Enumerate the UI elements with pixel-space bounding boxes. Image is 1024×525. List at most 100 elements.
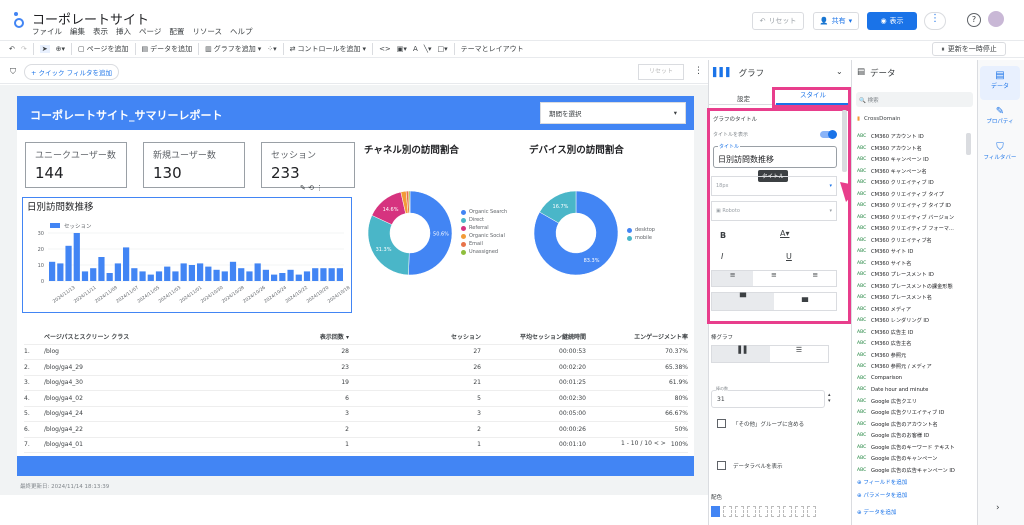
quick-filter-chip[interactable]: + クイック フィルタを追加 [24, 63, 119, 80]
underline-icon[interactable]: U [786, 252, 792, 261]
bar[interactable] [328, 268, 335, 281]
menu-insert[interactable]: 挿入 [116, 26, 131, 37]
panel-scrollbar[interactable] [842, 110, 847, 172]
chevron-right-icon[interactable]: › [996, 503, 1000, 513]
color-swatch[interactable] [747, 506, 756, 517]
color-swatch[interactable] [771, 506, 780, 517]
color-swatch[interactable] [807, 506, 816, 517]
field-item[interactable]: ABC CM360 キャンペーン名 [857, 166, 965, 178]
field-item[interactable]: ABC Google 広告クリエイティブ ID [857, 407, 965, 419]
bar[interactable] [106, 273, 113, 281]
field-item[interactable]: ABC CM360 クリエイティブ フォーマ... [857, 223, 965, 235]
channel-donut-chart[interactable]: 50.6% 31.3% 14.6% [365, 188, 455, 278]
bar[interactable] [73, 233, 80, 281]
data-labels-checkbox[interactable] [717, 461, 726, 470]
bold-icon[interactable]: B [720, 231, 726, 240]
page-table[interactable]: ページパスとスクリーン クラス 表示回数 ▾ セッション 平均セッション継続時間 エンゲ… [24, 329, 688, 453]
menu-resource[interactable]: リソース [192, 26, 222, 37]
field-item[interactable]: ABC CM360 クリエイティブ タイプ ID [857, 200, 965, 212]
bar[interactable] [123, 247, 130, 281]
position-top-icon[interactable]: ▀ [712, 293, 774, 310]
add-data-source-button[interactable]: ⊕ データを追加 [857, 508, 896, 516]
line-icon[interactable]: ╲▾ [424, 45, 432, 53]
color-swatch[interactable] [759, 506, 768, 517]
bar[interactable] [65, 245, 72, 281]
rail-data-button[interactable]: ▤ データ [980, 66, 1020, 100]
color-swatch[interactable] [795, 506, 804, 517]
rail-filter-button[interactable]: ⛉ フィルタバー [980, 142, 1020, 172]
add-parameter-button[interactable]: ⊕ パラメータを追加 [857, 491, 907, 499]
filter-icon[interactable]: ⛉ [10, 67, 16, 77]
bar[interactable] [262, 269, 269, 281]
bar[interactable] [254, 263, 261, 281]
col-header[interactable]: エンゲージメント率 [586, 332, 688, 341]
bar[interactable] [205, 266, 212, 281]
menu-page[interactable]: ページ [139, 26, 161, 37]
bar[interactable] [229, 261, 237, 281]
bar[interactable] [303, 271, 311, 281]
field-item[interactable]: ABC CM360 クリエイティブ名 [857, 235, 965, 247]
bar[interactable] [221, 271, 228, 281]
field-item[interactable]: ABC Google 広告の広告キャンペーン ID [857, 465, 965, 477]
field-item[interactable]: ABC CM360 参照元 [857, 350, 965, 362]
col-header[interactable]: 平均セッション継続時間 [481, 332, 586, 341]
field-item[interactable]: ABC Google 広告のお客様 ID [857, 430, 965, 442]
bar[interactable] [139, 271, 146, 281]
field-item[interactable]: ABC CM360 クリエイティブ ID [857, 177, 965, 189]
bar[interactable] [287, 269, 294, 281]
field-item[interactable]: ABC CM360 アカウント ID [857, 131, 965, 143]
add-control-button[interactable]: ⇄ コントロールを追加 ▾ [290, 44, 366, 54]
bar[interactable] [213, 269, 220, 281]
bar[interactable] [81, 271, 89, 281]
table-row[interactable]: 2. /blog/ga4_29 23 26 00:02:20 65.38% [24, 360, 688, 376]
field-item[interactable]: ABC CM360 メディア [857, 304, 965, 316]
col-header[interactable]: セッション [349, 332, 481, 341]
table-row[interactable]: 6. /blog/ga4_22 2 2 00:00:26 50% [24, 422, 688, 438]
menu-arrange[interactable]: 配置 [169, 26, 184, 37]
avatar[interactable] [988, 11, 1004, 27]
field-item[interactable]: ABC CM360 広告主 ID [857, 327, 965, 339]
select-cursor-icon[interactable]: ➤ [39, 45, 50, 53]
scorecard-new-users[interactable]: 新規ユーザー数 130 [143, 142, 245, 188]
redo-icon[interactable]: ↷ [21, 45, 27, 53]
table-pager[interactable]: 1 - 10 / 10 < > [621, 440, 666, 447]
table-row[interactable]: 4. /blog/ga4_02 6 5 00:02:30 80% [24, 391, 688, 407]
image-icon[interactable]: ▣▾ [397, 45, 407, 53]
field-item[interactable]: ABC CM360 参照元 / メディア [857, 361, 965, 373]
field-item[interactable]: ABC Google 広告クエリ [857, 396, 965, 408]
align-left-icon[interactable]: ≡ [712, 271, 754, 286]
color-swatch[interactable] [723, 506, 732, 517]
col-header[interactable]: ページパスとスクリーン クラス [44, 332, 254, 341]
bar[interactable] [131, 268, 138, 281]
report-title[interactable]: コーポレートサイト_サマリーレポート [30, 107, 223, 123]
font-family-select[interactable]: ▣ Roboto ▾ [711, 201, 837, 221]
share-button[interactable]: 👤 共有 ▾ [813, 12, 859, 30]
add-field-button[interactable]: ⊕ フィールドを追加 [857, 478, 907, 486]
zoom-icon[interactable]: ⊕▾ [56, 45, 65, 53]
table-row[interactable]: 7./blog/ga4_01 1 1 00:01:10 100% [24, 438, 688, 453]
help-icon[interactable]: ? [967, 13, 981, 27]
field-scrollbar[interactable] [966, 133, 971, 155]
bar[interactable] [155, 271, 163, 281]
color-swatch[interactable] [711, 506, 720, 517]
pie-slice[interactable] [367, 215, 410, 276]
col-header[interactable]: 表示回数 ▾ [254, 332, 349, 341]
bar[interactable] [279, 273, 286, 281]
bar[interactable] [246, 271, 253, 281]
filter-reset-button[interactable]: リセット [638, 64, 684, 80]
view-button[interactable]: ◉ 表示 [867, 12, 917, 30]
field-item[interactable]: ABC CM360 サイト ID [857, 246, 965, 258]
field-search-input[interactable]: 🔍 検索 [856, 92, 973, 107]
bar[interactable] [336, 268, 343, 281]
field-item[interactable]: ABC CM360 レンダリング ID [857, 315, 965, 327]
font-size-select[interactable]: 18px ▾ [711, 176, 837, 196]
edit-pencil-icon[interactable]: ✎ ⟲ ⋮ [300, 184, 323, 192]
bar[interactable] [114, 263, 121, 281]
bar[interactable] [295, 274, 302, 281]
bar[interactable] [238, 268, 245, 281]
field-item[interactable]: ABC CM360 プレースメントの課金形態 [857, 281, 965, 293]
code-icon[interactable]: <> [379, 45, 391, 53]
italic-icon[interactable]: I [721, 252, 723, 261]
menu-file[interactable]: ファイル [32, 26, 62, 37]
bar[interactable] [164, 266, 171, 281]
